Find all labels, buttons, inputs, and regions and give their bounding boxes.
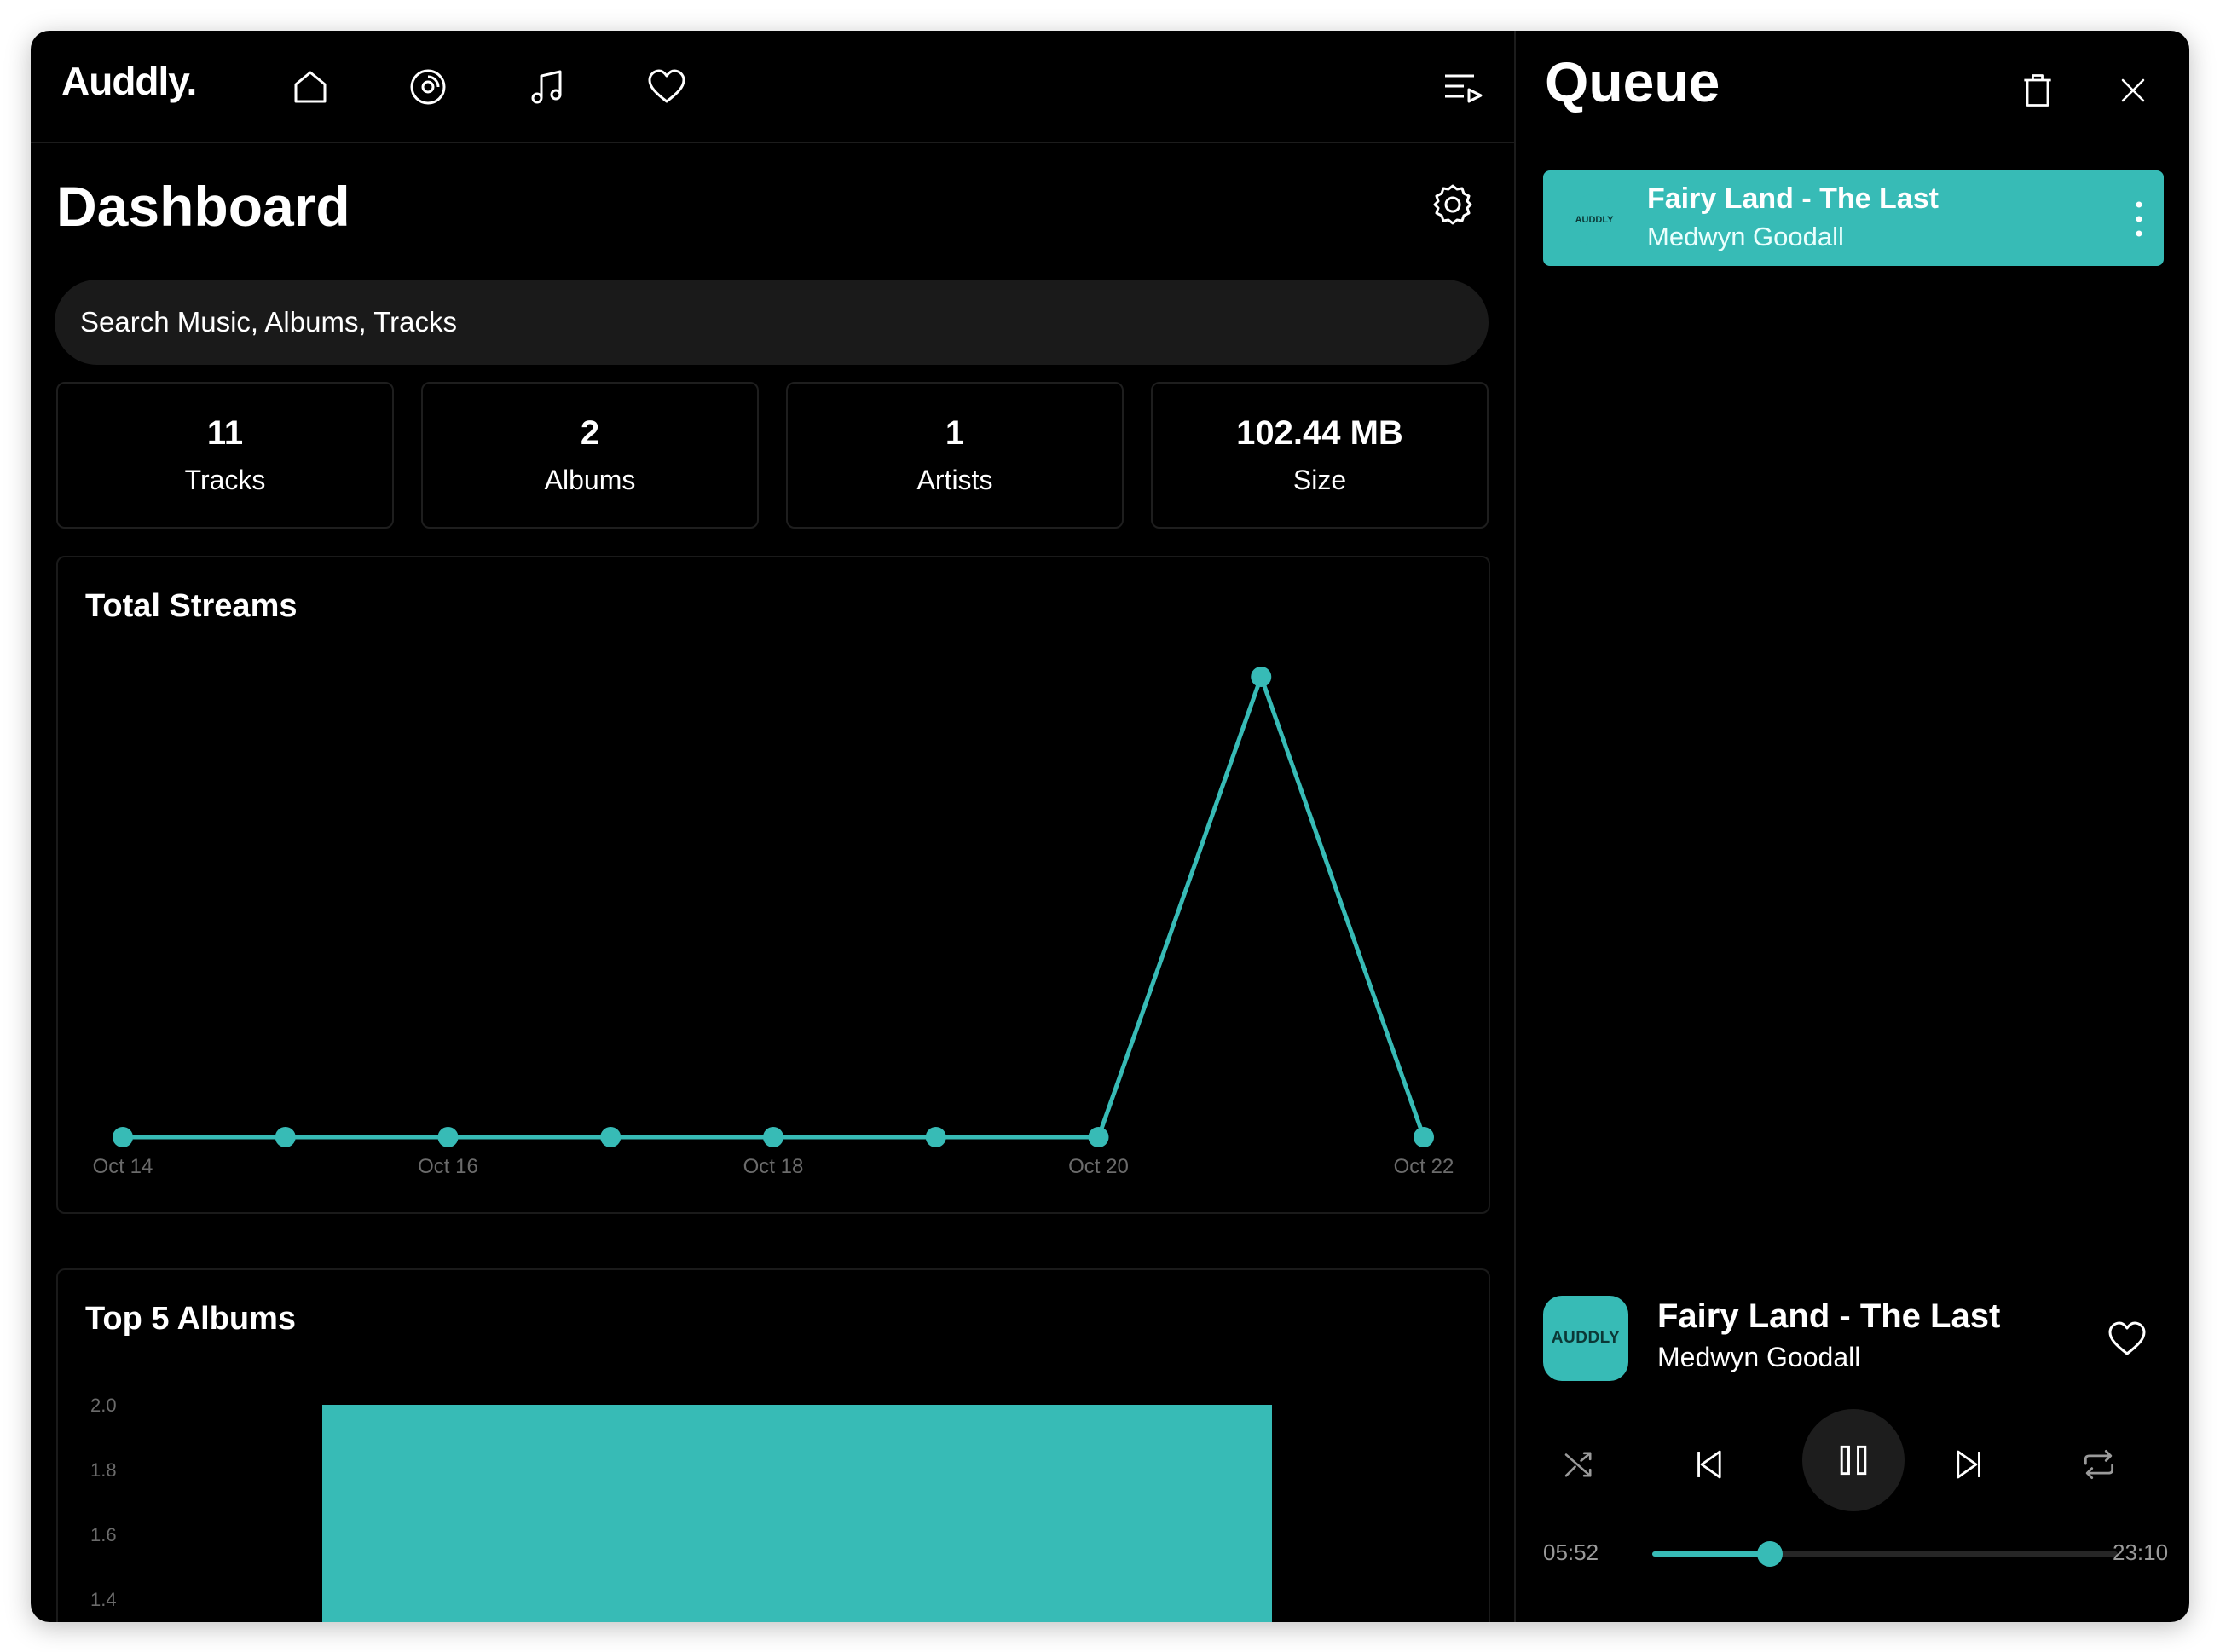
- brand-logo[interactable]: Auddly.: [61, 58, 197, 104]
- shuffle-icon[interactable]: [1553, 1439, 1604, 1490]
- trash-icon[interactable]: [2012, 65, 2063, 116]
- progress-fill: [1652, 1551, 1771, 1557]
- y-tick-label: 1.4: [90, 1589, 117, 1610]
- pause-button[interactable]: [1802, 1409, 1905, 1511]
- stat-label: Tracks: [184, 465, 266, 495]
- album-art: AUDDLY: [1569, 194, 1620, 245]
- pause-icon: [1840, 1445, 1867, 1476]
- stat-value: 102.44 MB: [1236, 414, 1403, 452]
- album-bar[interactable]: [322, 1405, 1272, 1622]
- streams-point[interactable]: [763, 1127, 783, 1147]
- streams-point[interactable]: [1088, 1127, 1109, 1147]
- queue-title: Queue: [1545, 50, 1720, 113]
- total-streams-card: Total Streams Oct 14 Oct 16 Oct 18 Oct 20 Oc…: [56, 556, 1490, 1214]
- streams-point[interactable]: [1414, 1127, 1434, 1147]
- x-tick-label: Oct 14: [93, 1155, 153, 1178]
- stat-card-size: 102.44 MB Size: [1151, 382, 1489, 529]
- streams-point[interactable]: [113, 1127, 133, 1147]
- home-icon[interactable]: [285, 61, 336, 113]
- y-tick-label: 2.0: [90, 1395, 117, 1416]
- y-tick-label: 1.8: [90, 1459, 117, 1481]
- heart-icon[interactable]: [641, 61, 692, 113]
- progress-slider[interactable]: [1652, 1541, 2118, 1567]
- x-tick-label: Oct 18: [743, 1155, 804, 1178]
- x-tick-label: Oct 16: [418, 1155, 478, 1178]
- music-note-icon[interactable]: [522, 61, 573, 113]
- favorite-heart-icon[interactable]: [2106, 1318, 2148, 1360]
- queue-item-artist: Medwyn Goodall: [1647, 222, 1844, 251]
- top-nav: Auddly.: [31, 31, 1514, 143]
- main-area: Auddly. Dashboard Search Music, Albums, …: [31, 31, 1516, 1622]
- streams-point[interactable]: [925, 1127, 946, 1147]
- more-vertical-icon[interactable]: [2133, 199, 2145, 239]
- streams-line: [123, 674, 1426, 1140]
- streams-point[interactable]: [437, 1127, 459, 1147]
- stat-value: 11: [206, 414, 244, 452]
- x-tick-label: Oct 22: [1394, 1155, 1454, 1178]
- settings-gear-icon[interactable]: [1429, 181, 1477, 228]
- queue-item[interactable]: AUDDLY Fairy Land - The Last Medwyn Good…: [1543, 170, 2164, 266]
- stat-label: Artists: [916, 465, 993, 495]
- queue-item-title: Fairy Land - The Last: [1647, 182, 1939, 215]
- stat-value: 2: [580, 414, 600, 452]
- now-playing-art: AUDDLY: [1543, 1296, 1628, 1381]
- queue-list-icon[interactable]: [1437, 61, 1489, 113]
- total-duration: 23:10: [2113, 1539, 2169, 1565]
- top-albums-card: Top 5 Albums 2.0 1.8 1.6 1.4: [56, 1268, 1490, 1622]
- app-window: Auddly. Dashboard Search Music, Albums, …: [31, 31, 2189, 1622]
- streams-point[interactable]: [275, 1127, 296, 1147]
- progress-handle[interactable]: [1757, 1541, 1784, 1567]
- page-title: Dashboard: [56, 175, 350, 238]
- stat-label: Albums: [544, 465, 636, 495]
- stat-card-artists: 1 Artists: [786, 382, 1124, 529]
- search-input[interactable]: [55, 280, 1489, 365]
- repeat-icon[interactable]: [2073, 1439, 2125, 1490]
- close-icon[interactable]: [2107, 65, 2159, 116]
- elapsed-time: 05:52: [1543, 1539, 1599, 1565]
- queue-panel: Queue AUDDLY Fairy Land - The Last Medwy…: [1518, 31, 2189, 1622]
- stat-card-tracks: 11 Tracks: [56, 382, 394, 529]
- now-playing-title: Fairy Land - The Last: [1657, 1297, 2001, 1335]
- top-albums-chart: 2.0 1.8 1.6 1.4: [90, 1395, 1272, 1622]
- streams-point[interactable]: [600, 1127, 621, 1147]
- disc-icon[interactable]: [402, 61, 454, 113]
- stat-value: 1: [945, 414, 965, 452]
- total-streams-chart: Oct 14 Oct 16 Oct 18 Oct 20 Oct 22: [93, 667, 1454, 1178]
- x-tick-label: Oct 20: [1068, 1155, 1129, 1178]
- streams-point[interactable]: [1251, 667, 1272, 687]
- next-track-icon[interactable]: [1944, 1439, 1995, 1490]
- y-tick-label: 1.6: [90, 1524, 117, 1545]
- now-playing-artist: Medwyn Goodall: [1657, 1342, 1861, 1372]
- stat-label: Size: [1292, 465, 1347, 495]
- stat-card-albums: 2 Albums: [421, 382, 759, 529]
- previous-track-icon[interactable]: [1683, 1439, 1734, 1490]
